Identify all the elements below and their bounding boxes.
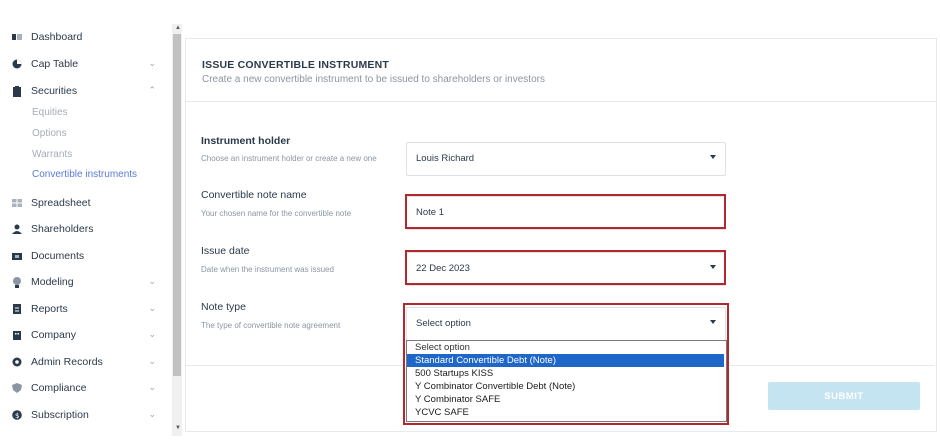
sidebar-item-spreadsheet[interactable]: Spreadsheet [12,193,162,213]
highlight-box-note-type [403,303,729,425]
sidebar-item-modeling[interactable]: Modeling ⌄ [12,272,162,292]
clipboard-icon [12,86,22,97]
sidebar-item-label: Securities [31,85,78,97]
issue-date-label: Issue date [201,245,250,257]
sidebar-item-shareholders[interactable]: Shareholders [12,219,162,239]
sidebar-item-label: Cap Table [31,58,79,70]
chevron-down-icon: ⌄ [148,382,156,392]
sidebar-item-label: Modeling [31,276,74,288]
sidebar-item-company[interactable]: Company ⌄ [12,325,162,345]
issue-date-help: Date when the instrument was issued [201,265,334,274]
scroll-down-arrow-icon[interactable]: ▼ [175,425,181,431]
records-icon [12,357,22,367]
sidebar-item-dashboard[interactable]: Dashboard [12,27,162,47]
instrument-holder-select[interactable]: Louis Richard [406,142,726,176]
table-icon [12,198,22,208]
dollar-icon: $ [12,410,22,420]
sidebar-item-label: Documents [31,250,85,262]
chevron-down-icon: ⌄ [148,303,156,313]
user-icon [12,224,22,234]
chevron-down-icon: ⌄ [148,276,156,286]
note-type-help: The type of convertible note agreement [201,321,341,330]
building-icon [12,330,22,340]
sidebar-item-cap-table[interactable]: Cap Table ⌄ [12,54,162,74]
pie-chart-icon [12,59,22,69]
caret-down-icon [710,155,716,159]
dashboard-icon [12,32,22,42]
submit-button[interactable]: SUBMIT [768,382,920,410]
report-icon [12,304,22,314]
sidebar-item-reports[interactable]: Reports ⌄ [12,299,162,319]
sidebar-item-label: Admin Records [31,356,103,368]
instrument-holder-help: Choose an instrument holder or create a … [201,154,377,163]
svg-text:$: $ [15,412,19,420]
folder-icon [12,251,22,261]
sidebar-item-label: Subscription [31,409,89,421]
highlight-box-date [405,250,726,285]
shield-icon [12,383,22,393]
sidebar-scrollbar[interactable] [172,24,182,436]
sidebar: Dashboard Cap Table ⌄ Securities ⌃ Equit… [0,0,172,440]
sidebar-item-label: Dashboard [31,31,83,43]
instrument-holder-label: Instrument holder [201,135,291,147]
sidebar-item-subscription[interactable]: $ Subscription ⌄ [12,405,162,425]
sidebar-item-label: Compliance [31,382,87,394]
chevron-down-icon: ⌄ [148,58,156,68]
sidebar-subitem-warrants[interactable]: Warrants [32,149,72,160]
chevron-down-icon: ⌄ [148,409,156,419]
chevron-down-icon: ⌄ [148,329,156,339]
sidebar-item-label: Shareholders [31,223,94,235]
instrument-holder-value: Louis Richard [416,153,475,164]
sidebar-item-documents[interactable]: Documents [12,246,162,266]
sidebar-subitem-equities[interactable]: Equities [32,107,68,118]
chevron-up-icon: ⌃ [148,85,156,95]
sidebar-item-compliance[interactable]: Compliance ⌄ [12,378,162,398]
sidebar-item-admin-records[interactable]: Admin Records ⌄ [12,352,162,372]
scrollbar-thumb[interactable] [173,34,181,376]
sidebar-item-label: Spreadsheet [31,197,91,209]
chevron-down-icon: ⌄ [148,356,156,366]
sidebar-item-label: Company [31,329,76,341]
scroll-up-arrow-icon[interactable]: ▲ [175,25,181,31]
highlight-box-name [405,194,726,229]
sidebar-item-label: Reports [31,303,68,315]
note-name-label: Convertible note name [201,189,307,201]
note-type-label: Note type [201,301,246,313]
page-subtitle: Create a new convertible instrument to b… [202,74,545,85]
divider [728,365,935,366]
page-title: ISSUE CONVERTIBLE INSTRUMENT [202,59,390,71]
sidebar-subitem-convertible-instruments[interactable]: Convertible instruments [32,169,137,180]
divider [185,365,405,366]
note-name-help: Your chosen name for the convertible not… [201,209,352,218]
sidebar-item-securities[interactable]: Securities ⌃ [12,81,162,101]
card-header: ISSUE CONVERTIBLE INSTRUMENT Create a ne… [186,39,936,102]
lightbulb-icon [12,277,22,288]
sidebar-subitem-options[interactable]: Options [32,128,66,139]
